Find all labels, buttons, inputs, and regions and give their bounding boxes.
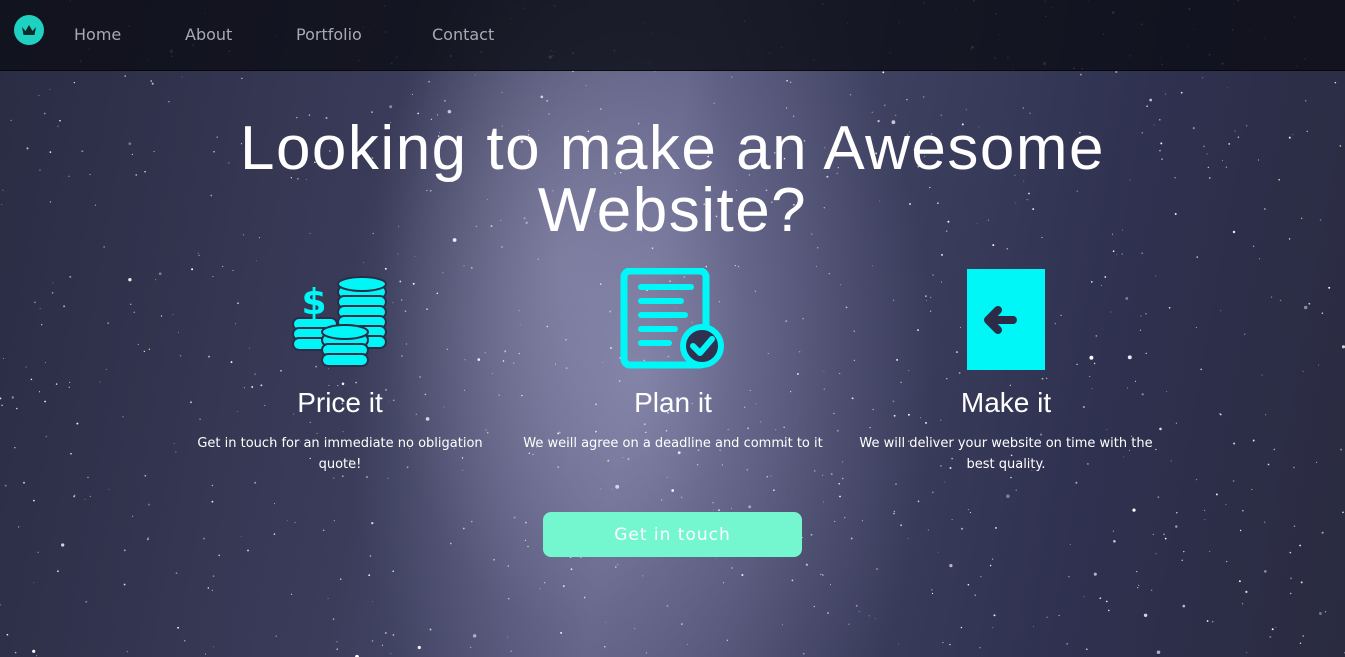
nav-link-about[interactable]: About xyxy=(185,25,232,44)
feature-text: Get in touch for an immediate no obligat… xyxy=(197,436,483,472)
hero-title: Looking to make an Awesome Website? xyxy=(239,114,1106,245)
get-in-touch-button[interactable]: Get in touch xyxy=(543,512,802,557)
logo[interactable] xyxy=(14,15,44,45)
feature-make: Make it We will deliver your website on … xyxy=(846,260,1166,475)
feature-title: Make it xyxy=(960,387,1052,418)
feature-price: $ Price it Get in touch for an immediate… xyxy=(180,260,500,475)
feature-plan: Plan it We weill agree on a deadline and… xyxy=(513,260,833,454)
navbar: Home About Portfolio Contact xyxy=(0,0,1345,71)
nav-link-home[interactable]: Home xyxy=(74,25,121,44)
feature-title: Price it xyxy=(297,387,383,418)
nav-link-contact[interactable]: Contact xyxy=(432,25,494,44)
document-check-icon xyxy=(620,268,724,369)
feature-title: Plan it xyxy=(634,387,712,418)
svg-text:$: $ xyxy=(301,282,326,323)
coins-dollar-icon: $ xyxy=(292,276,387,367)
feature-text: We weill agree on a deadline and commit … xyxy=(523,436,823,451)
nav-link-portfolio[interactable]: Portfolio xyxy=(296,25,362,44)
arrow-left-icon xyxy=(967,269,1045,370)
feature-text: We will deliver your website on time wit… xyxy=(859,436,1153,472)
crown-icon xyxy=(22,25,36,35)
